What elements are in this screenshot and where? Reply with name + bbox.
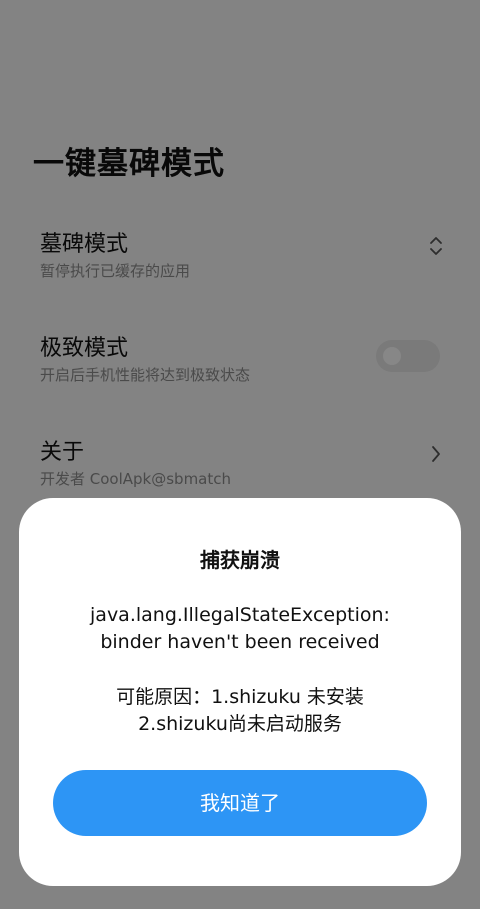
reason-message: 可能原因：1.shizuku 未安装 2.shizuku尚未启动服务 [39, 684, 441, 738]
crash-dialog: 捕获崩溃 java.lang.IllegalStateException: bi… [19, 498, 461, 886]
error-line: java.lang.IllegalStateException: [90, 604, 390, 626]
reason-line: 可能原因：1.shizuku 未安装 [116, 686, 364, 708]
confirm-button[interactable]: 我知道了 [53, 770, 427, 836]
dialog-title: 捕获崩溃 [200, 548, 280, 572]
reason-line: 2.shizuku尚未启动服务 [138, 713, 342, 735]
error-line: binder haven't been received [100, 631, 380, 653]
error-message: java.lang.IllegalStateException: binder … [39, 602, 441, 656]
